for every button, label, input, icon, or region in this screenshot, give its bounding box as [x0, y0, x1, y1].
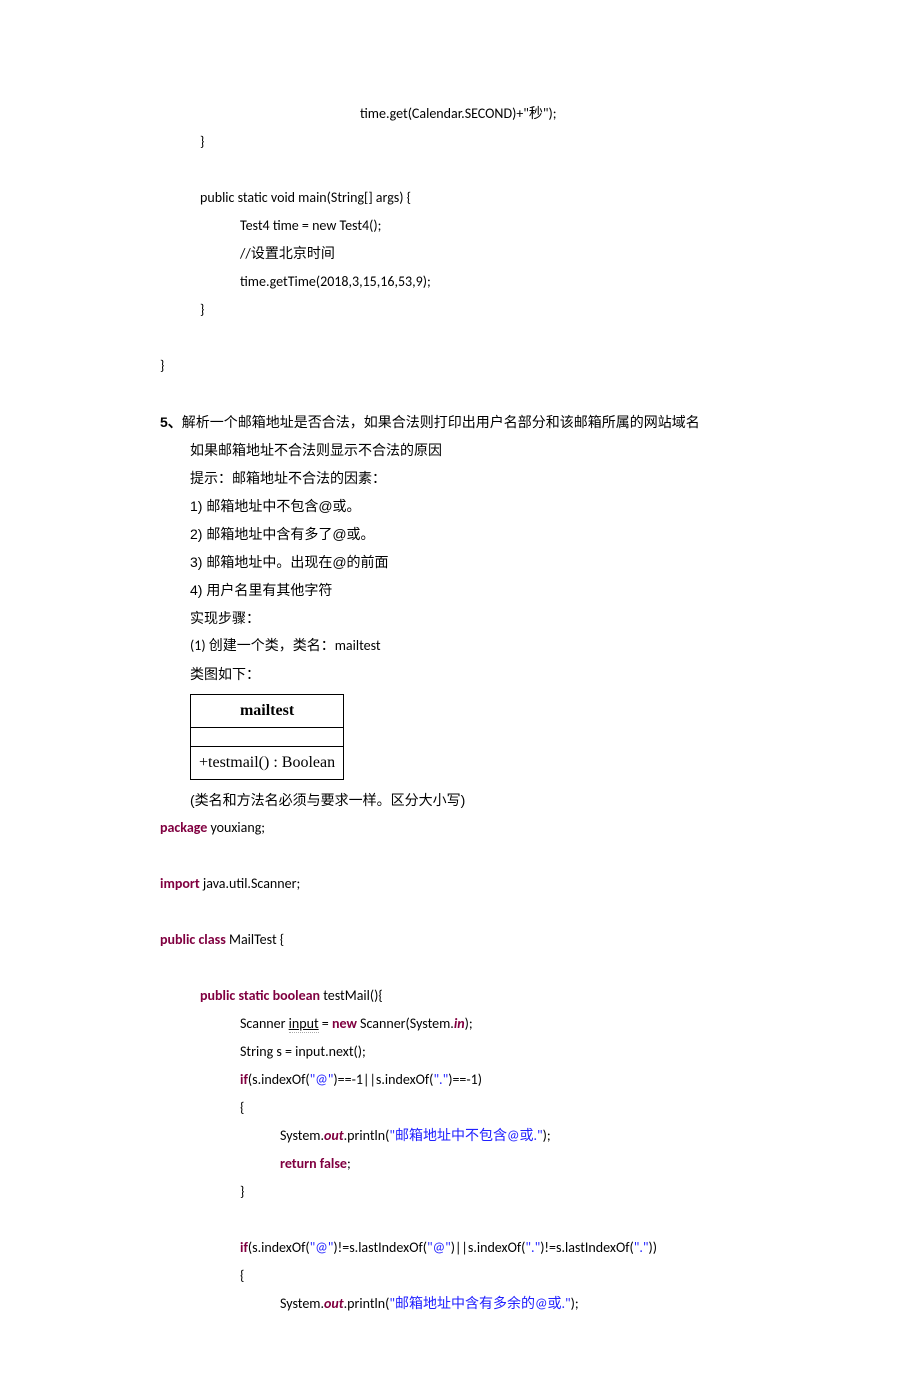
- string: "@": [310, 1071, 334, 1088]
- question-line: (1) 创建一个类，类名：mailtest: [160, 632, 760, 660]
- uml-attrs-empty: [191, 728, 344, 747]
- code-line: public class MailTest {: [160, 926, 760, 954]
- code-line: if(s.indexOf("@")==-1||s.indexOf(".")==-…: [160, 1066, 760, 1094]
- code-line: public static void main(String[] args) {: [160, 184, 760, 212]
- keyword: public class: [160, 931, 226, 948]
- code-text: testMail(){: [320, 987, 383, 1004]
- question-title-text: 解析一个邮箱地址是否合法，如果合法则打印出用户名部分和该邮箱所属的网站域名: [182, 414, 700, 430]
- keyword-italic: out: [324, 1127, 344, 1144]
- question-note: (类名和方法名必须与要求一样。区分大小写): [160, 786, 760, 814]
- code-line: }: [160, 352, 760, 380]
- question-5: 5、解析一个邮箱地址是否合法，如果合法则打印出用户名部分和该邮箱所属的网站域名 …: [160, 408, 760, 814]
- keyword: if: [240, 1071, 248, 1088]
- string: "@": [427, 1239, 451, 1256]
- code-line: {: [160, 1094, 760, 1122]
- question-number: 5、: [160, 414, 182, 430]
- code-text: youxiang;: [207, 819, 265, 836]
- keyword: new: [332, 1015, 357, 1032]
- keyword: if: [240, 1239, 248, 1256]
- code-text: Scanner(System.: [357, 1015, 454, 1032]
- code-line: time.get(Calendar.SECOND)+"秒");: [160, 100, 760, 128]
- code-text: .println(: [344, 1127, 390, 1144]
- string: ".": [634, 1239, 649, 1256]
- uml-table: mailtest +testmail() : Boolean: [190, 694, 344, 780]
- code-text: System.: [280, 1295, 324, 1312]
- code-text: .println(: [344, 1295, 390, 1312]
- code-text: MailTest {: [226, 931, 284, 948]
- code-text: )||s.indexOf(: [451, 1239, 526, 1256]
- code-line: public static boolean testMail(){: [160, 982, 760, 1010]
- keyword: public static boolean: [200, 987, 320, 1004]
- code-text: );: [543, 1127, 551, 1144]
- code-text: java.util.Scanner;: [200, 875, 301, 892]
- string: ".": [433, 1071, 448, 1088]
- code-line: }: [160, 128, 760, 156]
- code-line: {: [160, 1262, 760, 1290]
- uml-class-name: mailtest: [191, 695, 344, 728]
- code-text: )!=s.lastIndexOf(: [540, 1239, 634, 1256]
- code-text: );: [465, 1015, 473, 1032]
- code-text: Scanner: [240, 1015, 289, 1032]
- question-line: 如果邮箱地址不合法则显示不合法的原因: [160, 436, 760, 464]
- question-item: 1) 邮箱地址中不包含@或。: [160, 492, 760, 520]
- question-line: 实现步骤：: [160, 604, 760, 632]
- code-line: }: [160, 296, 760, 324]
- code-underline: input: [289, 1015, 319, 1033]
- code-block-top: time.get(Calendar.SECOND)+"秒"); } public…: [160, 100, 760, 380]
- code-line: if(s.indexOf("@")!=s.lastIndexOf("@")||s…: [160, 1234, 760, 1262]
- keyword-italic: in: [454, 1015, 465, 1032]
- code-line: System.out.println("邮箱地址中不包含@或.");: [160, 1122, 760, 1150]
- code-text: System.: [280, 1127, 324, 1144]
- code-line: String s = input.next();: [160, 1038, 760, 1066]
- question-line: 提示：邮箱地址不合法的因素：: [160, 464, 760, 492]
- keyword-italic: out: [324, 1295, 344, 1312]
- code-text: (s.indexOf(: [248, 1239, 310, 1256]
- code-line: Test4 time = new Test4();: [160, 212, 760, 240]
- code-text: )==-1): [448, 1071, 482, 1088]
- code-block-mailtest: package youxiang; import java.util.Scann…: [160, 814, 760, 1318]
- code-line: Scanner input = new Scanner(System.in);: [160, 1010, 760, 1038]
- question-title: 5、解析一个邮箱地址是否合法，如果合法则打印出用户名部分和该邮箱所属的网站域名: [160, 408, 760, 436]
- code-text: )): [649, 1239, 658, 1256]
- code-line: }: [160, 1178, 760, 1206]
- code-text: )==-1||s.indexOf(: [333, 1071, 433, 1088]
- question-item: 3) 邮箱地址中。出现在@的前面: [160, 548, 760, 576]
- code-line: return false;: [160, 1150, 760, 1178]
- code-text: ;: [347, 1155, 351, 1172]
- string: "邮箱地址中含有多余的@或.": [389, 1295, 570, 1312]
- keyword: import: [160, 875, 200, 892]
- code-text: =: [319, 1015, 332, 1032]
- keyword: package: [160, 819, 207, 836]
- code-line: import java.util.Scanner;: [160, 870, 760, 898]
- code-text: )!=s.lastIndexOf(: [333, 1239, 427, 1256]
- code-line: System.out.println("邮箱地址中含有多余的@或.");: [160, 1290, 760, 1318]
- question-line: 类图如下：: [160, 660, 760, 688]
- code-line: package youxiang;: [160, 814, 760, 842]
- code-line: time.getTime(2018,3,15,16,53,9);: [160, 268, 760, 296]
- code-text: (s.indexOf(: [248, 1071, 310, 1088]
- uml-method: +testmail() : Boolean: [191, 747, 344, 780]
- code-line: //设置北京时间: [160, 240, 760, 268]
- code-text: );: [571, 1295, 579, 1312]
- keyword: return false: [280, 1155, 347, 1172]
- string: "@": [310, 1239, 334, 1256]
- question-item: 4) 用户名里有其他字符: [160, 576, 760, 604]
- question-item: 2) 邮箱地址中含有多了@或。: [160, 520, 760, 548]
- string: ".": [525, 1239, 540, 1256]
- string: "邮箱地址中不包含@或.": [389, 1127, 542, 1144]
